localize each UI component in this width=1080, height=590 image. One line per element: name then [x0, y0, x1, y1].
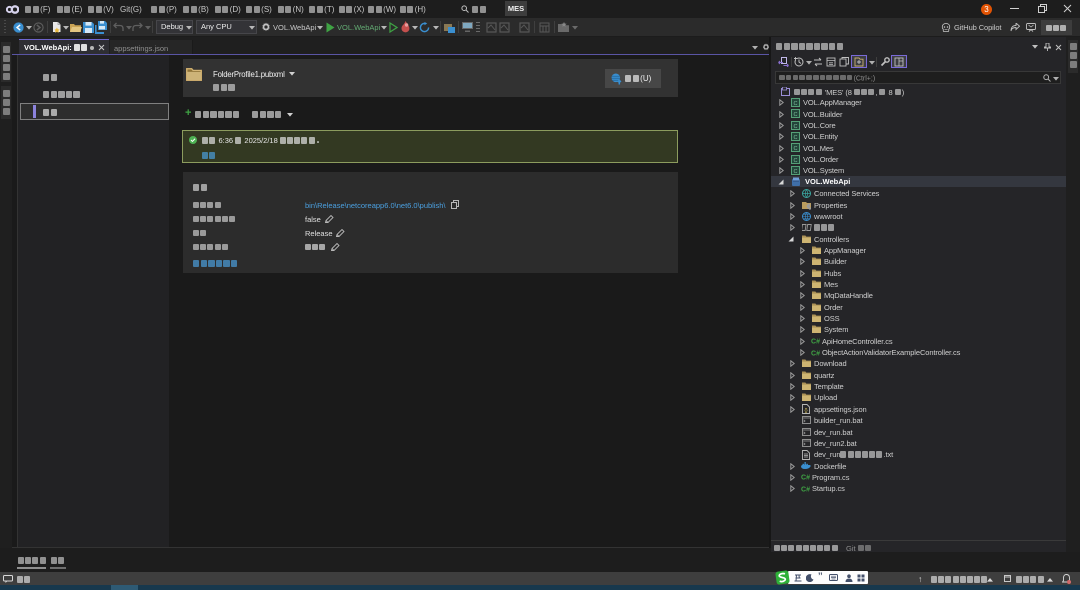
svg-text:C: C	[794, 112, 798, 118]
svg-text:C: C	[794, 157, 798, 163]
svg-text:C: C	[794, 135, 798, 141]
svg-text:C: C	[794, 123, 798, 129]
svg-text:C: C	[794, 169, 798, 175]
svg-text:C: C	[794, 146, 798, 152]
svg-text:C#: C#	[801, 486, 810, 493]
svg-text:C#: C#	[811, 350, 820, 357]
svg-text:C: C	[794, 101, 798, 107]
svg-text:{}: {}	[804, 408, 808, 414]
svg-text:C#: C#	[811, 339, 820, 346]
svg-text:C#: C#	[801, 475, 810, 482]
